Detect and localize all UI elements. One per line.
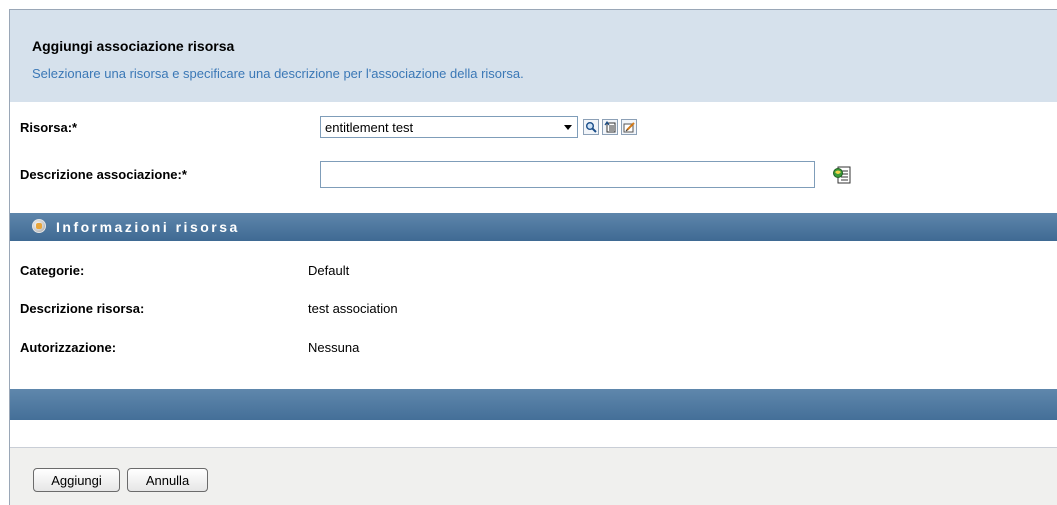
search-icon[interactable] (583, 119, 599, 135)
dialog-header: Aggiungi associazione risorsa Selezionar… (10, 10, 1057, 102)
localize-icon[interactable] (832, 165, 852, 185)
descrizione-risorsa-value: test association (308, 301, 398, 316)
edit-icon[interactable] (621, 119, 637, 135)
section-footer-bar (10, 389, 1057, 420)
autorizzazione-label: Autorizzazione: (20, 340, 117, 355)
risorsa-select[interactable]: entitlement test (320, 116, 578, 138)
dialog-subtitle: Selezionare una risorsa e specificare un… (32, 66, 524, 81)
resource-icon (32, 219, 46, 233)
chevron-down-icon[interactable] (559, 118, 576, 136)
dialog-title: Aggiungi associazione risorsa (32, 38, 235, 54)
descrizione-input[interactable] (320, 161, 815, 188)
section-header: Informazioni risorsa (10, 213, 1057, 241)
risorsa-label: Risorsa:* (20, 120, 78, 135)
categorie-value: Default (308, 263, 350, 278)
descrizione-label: Descrizione associazione:* (20, 167, 187, 182)
section-title: Informazioni risorsa (56, 219, 240, 235)
cancel-button[interactable]: Annulla (127, 468, 208, 492)
descrizione-risorsa-label: Descrizione risorsa: (20, 301, 145, 316)
categorie-label: Categorie: (20, 263, 85, 278)
autorizzazione-value: Nessuna (308, 340, 360, 355)
dialog: Aggiungi associazione risorsa Selezionar… (9, 9, 1057, 505)
risorsa-select-value: entitlement test (325, 120, 414, 135)
details-icon[interactable] (602, 119, 618, 135)
add-button[interactable]: Aggiungi (33, 468, 120, 492)
